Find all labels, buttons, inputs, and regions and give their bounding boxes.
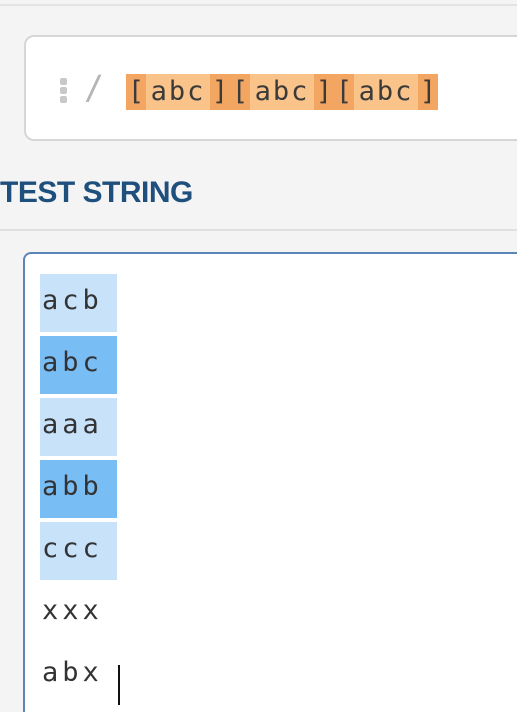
token-content: abc [354,74,418,110]
token-content: abc [146,74,210,110]
token-close-bracket: ] [418,74,438,110]
regex-delimiter: / [84,68,104,107]
test-line-text: acb [42,285,103,316]
test-line: ccc [40,520,117,582]
character-class-token[interactable]: [ abc ] [230,74,334,110]
token-content: abc [250,74,314,110]
test-line-text: abc [42,347,103,378]
regex-tester-page: / [ abc ] [ abc ] [ abc ] TEST STRING ac… [0,0,517,712]
test-line-text: xxx [42,595,103,626]
top-divider [0,4,517,6]
test-line: xxx [40,582,103,644]
token-open-bracket: [ [230,74,250,110]
test-line-text: abb [42,471,103,502]
section-divider [0,229,517,231]
test-string-lines[interactable]: acb abc aaa abb ccc xxx abx [40,272,117,706]
test-line: abc [40,334,117,396]
token-open-bracket: [ [334,74,354,110]
character-class-token[interactable]: [ abc ] [126,74,230,110]
drag-handle-icon[interactable] [60,78,68,104]
token-close-bracket: ] [210,74,230,110]
regex-token-list[interactable]: [ abc ] [ abc ] [ abc ] [126,74,438,110]
text-cursor [118,665,120,705]
test-line: abb [40,458,117,520]
test-line-text: aaa [42,409,103,440]
test-line-text: ccc [42,533,103,564]
test-line-text: abx [42,657,103,688]
token-open-bracket: [ [126,74,146,110]
character-class-token[interactable]: [ abc ] [334,74,438,110]
token-close-bracket: ] [314,74,334,110]
test-line: acb [40,272,117,334]
test-line: aaa [40,396,117,458]
test-string-title: TEST STRING [0,176,193,209]
test-line: abx [40,644,103,706]
